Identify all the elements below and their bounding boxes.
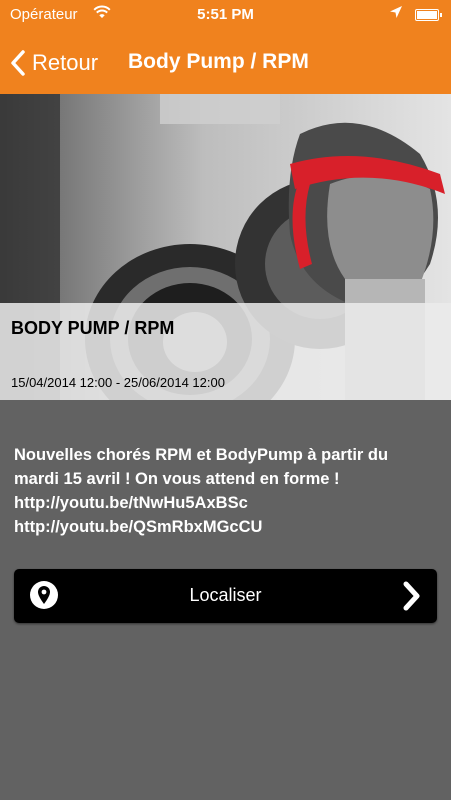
battery-icon	[415, 9, 442, 21]
back-button[interactable]: Retour	[10, 46, 98, 80]
app-header: Opérateur 5:51 PM Retour Body Pump / RPM	[0, 0, 451, 94]
event-description: Nouvelles chorés RPM et BodyPump à parti…	[14, 443, 439, 539]
video-link[interactable]: http://youtu.be/tNwHu5AxBSc	[14, 491, 439, 515]
locate-button[interactable]: Localiser	[14, 569, 437, 623]
event-hero	[0, 94, 451, 400]
navigation-bar: Retour Body Pump / RPM	[0, 40, 451, 86]
status-bar: Opérateur 5:51 PM	[0, 0, 451, 30]
event-title: BODY PUMP / RPM	[11, 318, 175, 338]
chevron-left-icon	[11, 50, 25, 76]
status-time: 5:51 PM	[197, 6, 254, 23]
description-line: mardi 15 avril ! On vous attend en forme…	[14, 470, 340, 488]
locate-label: Localiser	[189, 585, 262, 605]
page-title: Body Pump / RPM	[128, 50, 309, 73]
back-label: Retour	[32, 50, 99, 75]
description-line: Nouvelles chorés RPM et BodyPump à parti…	[14, 446, 389, 464]
chevron-right-icon	[403, 581, 420, 611]
location-arrow-icon	[389, 5, 403, 23]
video-link[interactable]: http://youtu.be/QSmRbxMGcCU	[14, 515, 439, 539]
event-dates: 15/04/2014 12:00 - 25/06/2014 12:00	[11, 375, 225, 390]
